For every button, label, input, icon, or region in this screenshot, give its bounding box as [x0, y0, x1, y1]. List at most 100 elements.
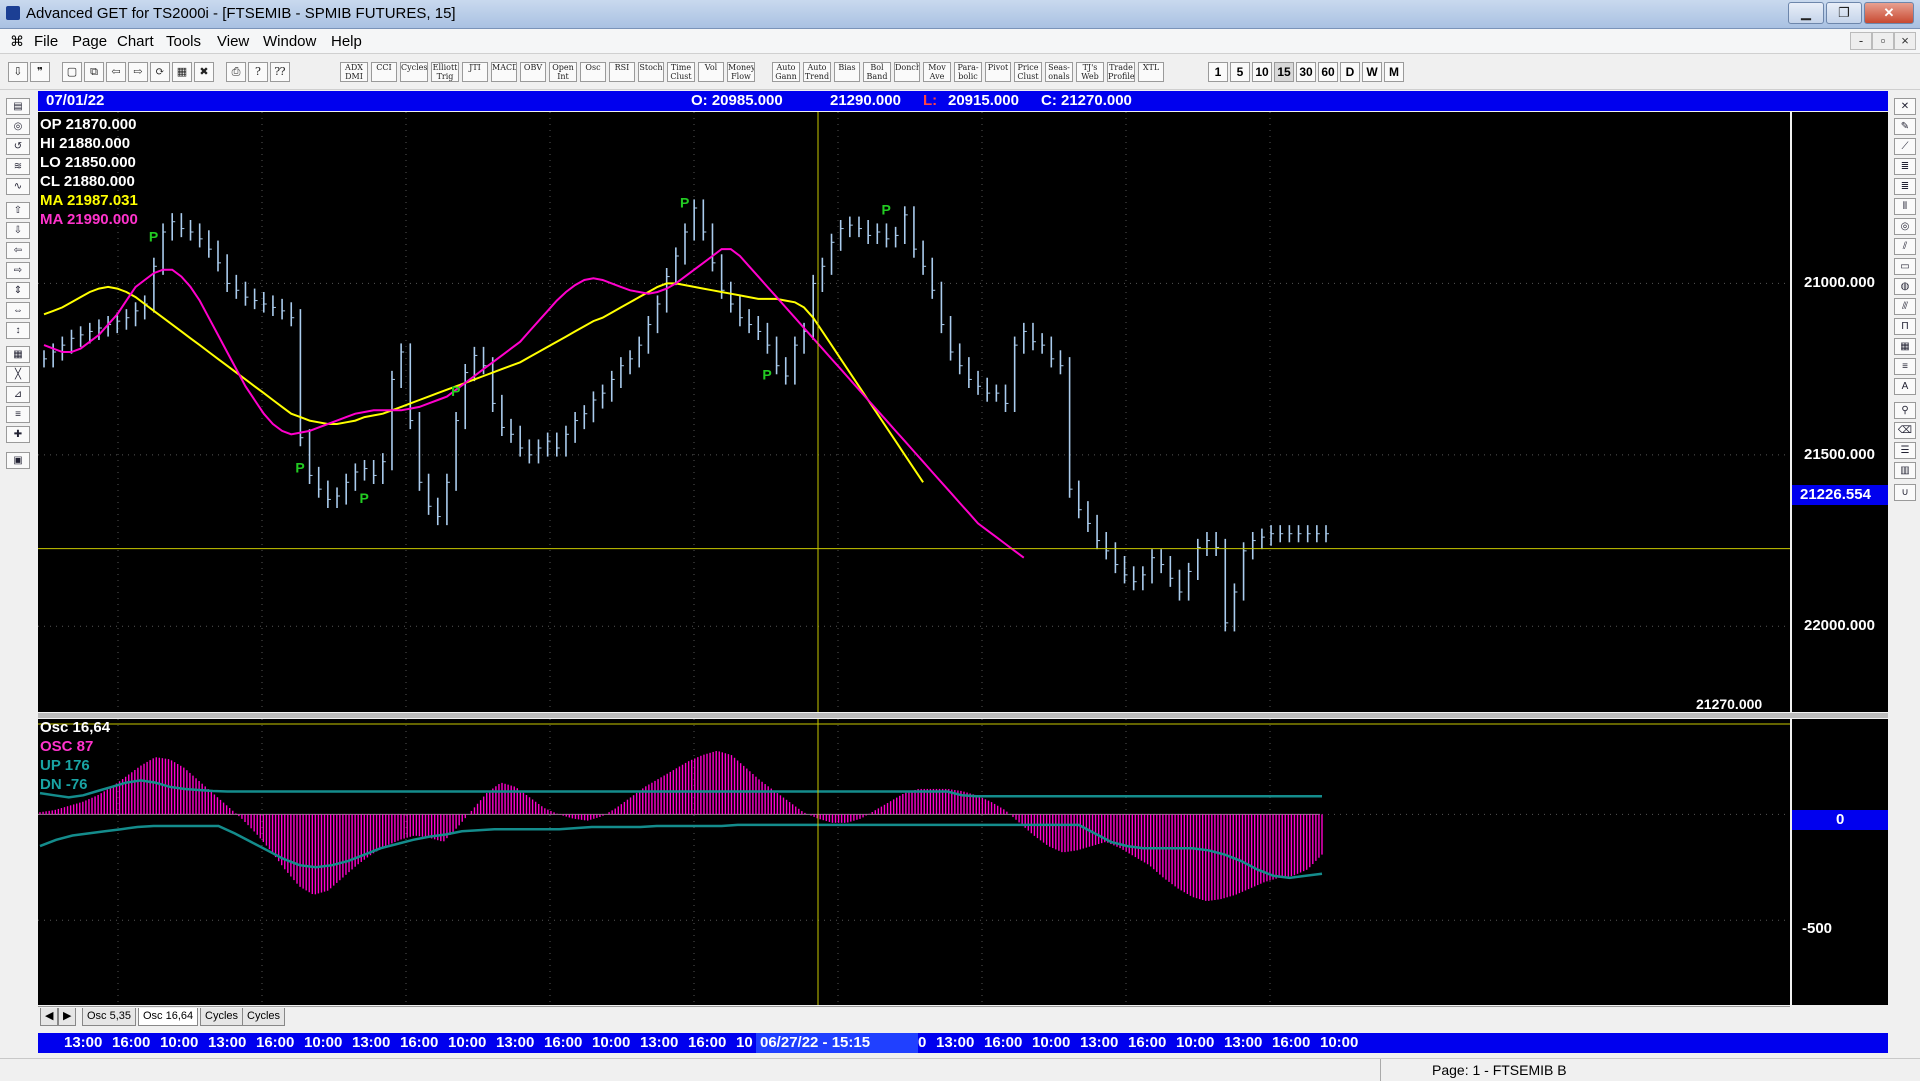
tab-osc-16-64[interactable]: Osc 16,64 [138, 1008, 199, 1026]
mdi-close-button[interactable]: × [1894, 32, 1916, 50]
menu-window[interactable]: Window [263, 33, 316, 50]
refresh-icon[interactable]: ⟳ [150, 62, 170, 82]
eraser-icon[interactable]: ⌫ [1894, 422, 1916, 439]
timeframe-button-5[interactable]: 5 [1230, 62, 1250, 82]
mdi-minimize-button[interactable]: - [1850, 32, 1872, 50]
study-button-20[interactable]: Para- bolic [954, 62, 982, 82]
study-button-5[interactable]: MACD [491, 62, 517, 82]
price-pane[interactable]: P P P P P P P OP 21870.000 HI 21880.000 LO 21850… [38, 112, 1887, 712]
tab-cycles-1[interactable]: Cycles [200, 1008, 244, 1026]
zoom-bars-icon[interactable]: ⇕ [6, 282, 30, 299]
study-button-17[interactable]: Bol Band [863, 62, 891, 82]
binoculars-icon[interactable]: ◎ [6, 118, 30, 135]
study-button-9[interactable]: RSI [609, 62, 635, 82]
delete-icon[interactable]: ✖ [194, 62, 214, 82]
timeframe-button-10[interactable]: 10 [1252, 62, 1272, 82]
tab-cycles-2[interactable]: Cycles [242, 1008, 286, 1026]
help-icon[interactable]: ? [248, 62, 268, 82]
fib-ret-icon[interactable]: ≣ [1894, 158, 1916, 175]
menu-help[interactable]: Help [331, 33, 362, 50]
quote-icon[interactable]: ❞ [30, 62, 50, 82]
expand-icon[interactable]: ↕ [6, 322, 30, 339]
study-button-3[interactable]: Elliott Trig [431, 62, 459, 82]
study-button-23[interactable]: Seas- onals [1045, 62, 1073, 82]
study-button-1[interactable]: CCI [371, 62, 397, 82]
ellipse-icon[interactable]: ◎ [1894, 218, 1916, 235]
new-page-icon[interactable]: ▢ [62, 62, 82, 82]
study-button-7[interactable]: Open Int [549, 62, 577, 82]
oscillator-chart[interactable] [38, 719, 1790, 1005]
forward-icon[interactable]: ⇨ [128, 62, 148, 82]
maximize-button[interactable]: ❐ [1826, 2, 1862, 24]
channel-icon[interactable]: ⫽ [1894, 238, 1916, 255]
study-button-11[interactable]: Time Clust [667, 62, 695, 82]
camera-icon[interactable]: ▣ [6, 452, 30, 469]
crosshair-icon[interactable]: ✚ [6, 426, 30, 443]
reset-icon[interactable]: ↺ [6, 138, 30, 155]
study-button-25[interactable]: Trade Profile [1107, 62, 1135, 82]
timeframe-button-W[interactable]: W [1362, 62, 1382, 82]
study-button-21[interactable]: Pivot [985, 62, 1011, 82]
minimize-button[interactable]: ▁ [1788, 2, 1824, 24]
list-icon[interactable]: ☰ [1894, 442, 1916, 459]
lines-icon[interactable]: ╳ [6, 366, 30, 383]
compress-icon[interactable]: ⇔ [6, 302, 30, 319]
study-button-6[interactable]: OBV [520, 62, 546, 82]
study-button-16[interactable]: Bias [834, 62, 860, 82]
timeframe-button-1[interactable]: 1 [1208, 62, 1228, 82]
pane-splitter[interactable] [38, 713, 1888, 718]
gann-icon[interactable]: ⊿ [6, 386, 30, 403]
arrow-down-icon[interactable]: ⇩ [6, 222, 30, 239]
fib-ext-icon[interactable]: ≣ [1894, 178, 1916, 195]
study-button-8[interactable]: Osc [580, 62, 606, 82]
rectangle-icon[interactable]: ▭ [1894, 258, 1916, 275]
arrow-up-icon[interactable]: ⇧ [6, 202, 30, 219]
mob-icon[interactable]: ≡ [1894, 358, 1916, 375]
oscillator-pane[interactable]: Osc 16,64 OSC 87 UP 176 DN -76 [38, 719, 1790, 1005]
fib-icon[interactable]: ≡ [6, 406, 30, 423]
timeframe-button-30[interactable]: 30 [1296, 62, 1316, 82]
menu-page[interactable]: Page [72, 33, 107, 50]
text-tool-icon[interactable]: A [1894, 378, 1916, 395]
trendline-icon[interactable]: ⟋ [1894, 138, 1916, 155]
study-button-15[interactable]: Auto Trend [803, 62, 831, 82]
open-icon[interactable]: ▤ [6, 98, 30, 115]
study-button-24[interactable]: TJ's Web [1076, 62, 1104, 82]
tab-scroll-left[interactable]: ◀ [40, 1008, 59, 1026]
study-button-10[interactable]: Stoch [638, 62, 664, 82]
context-help-icon[interactable]: ⁇ [270, 62, 290, 82]
arrow-right-icon[interactable]: ⇨ [6, 262, 30, 279]
study-button-0[interactable]: ADX DMI [340, 62, 368, 82]
pin-icon[interactable]: ⇩ [8, 62, 28, 82]
menu-tools[interactable]: Tools [166, 33, 201, 50]
menu-view[interactable]: View [217, 33, 249, 50]
study-button-14[interactable]: Auto Gann [772, 62, 800, 82]
close-button[interactable]: ✕ [1864, 2, 1914, 24]
menu-chart[interactable]: Chart [117, 33, 154, 50]
ellipse-tool-icon[interactable]: ◍ [1894, 278, 1916, 295]
fib-time-icon[interactable]: ⦀ [1894, 198, 1916, 215]
back-icon[interactable]: ⇦ [106, 62, 126, 82]
tab-scroll-right[interactable]: ▶ [58, 1008, 77, 1026]
pencil-icon[interactable]: ✎ [1894, 118, 1916, 135]
study-button-22[interactable]: Price Clust [1014, 62, 1042, 82]
timeframe-button-60[interactable]: 60 [1318, 62, 1338, 82]
study-button-26[interactable]: XTL [1138, 62, 1164, 82]
study-button-4[interactable]: JTI [462, 62, 488, 82]
parallel-lines-icon[interactable]: ⫻ [1894, 298, 1916, 315]
study-button-18[interactable]: Donch [894, 62, 920, 82]
study-button-2[interactable]: Cycles [400, 62, 428, 82]
study-button-12[interactable]: Vol [698, 62, 724, 82]
pti-icon[interactable]: Π [1894, 318, 1916, 335]
calendar-icon[interactable]: ▦ [6, 346, 30, 363]
tab-osc-5-35[interactable]: Osc 5,35 [82, 1008, 137, 1026]
price-chart[interactable]: P P P P P P P [38, 112, 1790, 712]
magnet-icon[interactable]: ∪ [1894, 484, 1916, 501]
grid-tool-icon[interactable]: ▦ [1894, 338, 1916, 355]
timeframe-button-M[interactable]: M [1384, 62, 1404, 82]
timeframe-button-15[interactable]: 15 [1274, 62, 1294, 82]
study-button-19[interactable]: Mov Ave [923, 62, 951, 82]
study-button-13[interactable]: Money Flow [727, 62, 755, 82]
menu-file[interactable]: File [34, 33, 58, 50]
copy-icon[interactable]: ⧉ [84, 62, 104, 82]
